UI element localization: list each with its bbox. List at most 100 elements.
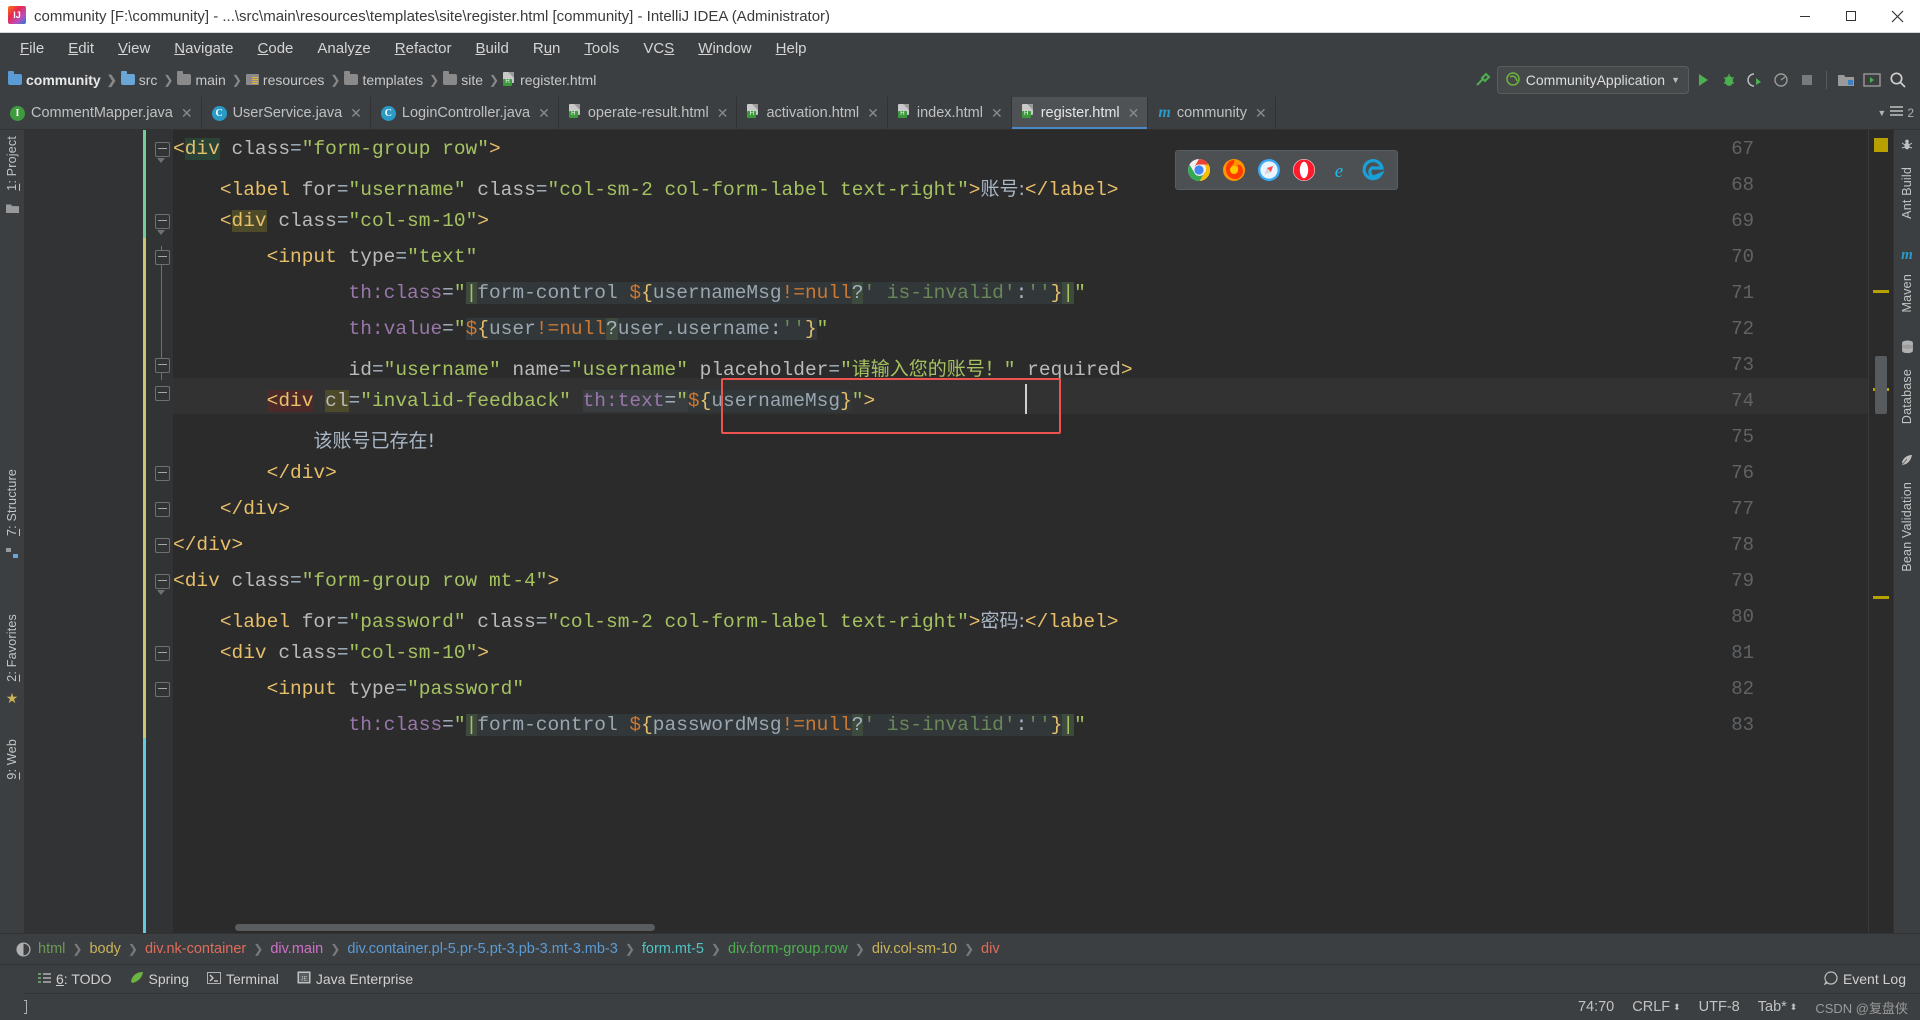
bean-validation-icon[interactable] (1900, 453, 1914, 472)
close-icon[interactable]: ✕ (350, 105, 362, 122)
code-line-69[interactable]: <div class="col-sm-10"> (173, 210, 489, 232)
fold-marker[interactable] (155, 682, 170, 697)
menu-edit[interactable]: Edit (56, 38, 106, 59)
navbar-crumb-site[interactable]: site ❯ (443, 71, 503, 88)
fold-marker[interactable] (155, 250, 170, 265)
menu-run[interactable]: Run (521, 38, 573, 59)
breadcrumb-div-container[interactable]: div.container.pl-5.pr-5.pt-3.pb-3.mt-3.m… (347, 941, 618, 957)
code-area[interactable]: 67 68 69 70 71 72 73 74 75 76 77 78 79 8… (25, 130, 1868, 933)
editor-marker-strip[interactable] (1868, 130, 1893, 933)
fold-marker[interactable] (155, 466, 170, 481)
sidebar-item-structure[interactable]: 7: Structure (5, 469, 19, 536)
close-icon[interactable]: ✕ (717, 105, 729, 122)
menu-tools[interactable]: Tools (572, 38, 631, 59)
navbar-crumb-main[interactable]: main ❯ (177, 71, 245, 88)
code-line-71[interactable]: th:class="|form-control ${usernameMsg!=n… (173, 282, 1086, 304)
menu-help[interactable]: Help (764, 38, 819, 59)
star-icon[interactable]: ★ (6, 691, 19, 705)
tab-index-html[interactable]: H index.html ✕ (888, 97, 1012, 129)
menu-refactor[interactable]: Refactor (383, 38, 464, 59)
tool-window-spring[interactable]: Spring (130, 971, 189, 987)
stop-button[interactable] (1795, 68, 1819, 92)
run-configuration-selector[interactable]: CommunityApplication ▼ (1496, 66, 1689, 94)
fold-marker[interactable] (155, 574, 170, 589)
ant-icon[interactable] (1900, 138, 1914, 157)
menu-view[interactable]: View (106, 38, 162, 59)
tool-window-todo[interactable]: 6: TODO (38, 971, 112, 987)
code-line-81[interactable]: <div class="col-sm-10"> (173, 642, 489, 664)
code-line-68[interactable]: <label for="username" class="col-sm-2 co… (173, 174, 1119, 201)
fold-marker[interactable] (155, 502, 170, 517)
tab-community-maven[interactable]: m community ✕ (1148, 97, 1276, 129)
code-line-82[interactable]: <input type="password" (173, 678, 524, 700)
sidebar-item-project[interactable]: 1: Project (5, 136, 19, 191)
close-icon[interactable]: ✕ (1255, 105, 1267, 122)
close-icon[interactable]: ✕ (538, 105, 550, 122)
safari-icon[interactable] (1256, 157, 1282, 183)
fold-marker[interactable] (155, 538, 170, 553)
code-line-72[interactable]: th:value="${user!=null?user.username:''}… (173, 318, 828, 340)
sidebar-item-web[interactable]: 9: Web (5, 739, 19, 780)
fold-marker[interactable] (155, 358, 170, 373)
menu-build[interactable]: Build (463, 38, 520, 59)
breadcrumb-toggle-icon[interactable] (8, 941, 38, 957)
maximize-button[interactable] (1828, 0, 1874, 32)
code-line-80[interactable]: <label for="password" class="col-sm-2 co… (173, 606, 1119, 633)
run-with-coverage-button[interactable] (1743, 68, 1767, 92)
code-line-76[interactable]: </div> (173, 462, 337, 484)
inspection-marker[interactable] (1874, 138, 1888, 152)
database-icon[interactable] (1901, 340, 1914, 359)
tab-operate-result-html[interactable]: H operate-result.html ✕ (559, 97, 738, 129)
menu-navigate[interactable]: Navigate (162, 38, 245, 59)
tab-user-service-java[interactable]: C UserService.java ✕ (202, 97, 371, 129)
sidebar-item-database[interactable]: Database (1900, 369, 1914, 424)
fold-marker[interactable] (155, 646, 170, 661)
opera-icon[interactable] (1291, 157, 1317, 183)
indent-selector[interactable]: Tab* ⬍ (1758, 999, 1798, 1015)
run-button[interactable] (1691, 68, 1715, 92)
breadcrumb-div[interactable]: div (981, 941, 1000, 957)
structure-icon[interactable] (5, 546, 19, 564)
editor-gutter[interactable] (25, 130, 173, 933)
open-project-icon[interactable] (1834, 68, 1858, 92)
code-line-83[interactable]: th:class="|form-control ${passwordMsg!=n… (173, 714, 1086, 736)
caret-position[interactable]: 74:70 (1578, 999, 1614, 1015)
tab-overflow-control[interactable]: ▼ 2 (1877, 97, 1920, 129)
warning-marker[interactable] (1873, 290, 1889, 293)
breadcrumb-html[interactable]: html (38, 941, 65, 957)
tool-window-terminal[interactable]: Terminal (206, 971, 279, 987)
close-button[interactable] (1874, 0, 1920, 32)
tab-register-html[interactable]: H register.html ✕ (1011, 97, 1149, 129)
fold-marker[interactable] (155, 214, 170, 229)
open-in-browser-popup[interactable]: e (1175, 150, 1398, 190)
tab-activation-html[interactable]: H activation.html ✕ (737, 97, 888, 129)
line-separator-selector[interactable]: CRLF ⬍ (1632, 999, 1680, 1015)
navbar-crumb-register-html[interactable]: H register.html (503, 71, 596, 89)
fold-marker[interactable] (155, 142, 170, 157)
code-line-79[interactable]: <div class="form-group row mt-4"> (173, 570, 559, 592)
horizontal-scrollbar[interactable] (235, 924, 655, 931)
sidebar-item-favorites[interactable]: 2: Favorites (5, 614, 19, 682)
warning-marker[interactable] (1873, 596, 1889, 599)
edge-icon[interactable] (1361, 157, 1387, 183)
navbar-crumb-resources[interactable]: resources ❯ (245, 72, 345, 88)
code-line-77[interactable]: </div> (173, 498, 290, 520)
code-line-67[interactable]: <div class="form-group row"> (173, 138, 501, 160)
firefox-icon[interactable] (1221, 157, 1247, 183)
terminal-toolbar-icon[interactable] (1860, 68, 1884, 92)
close-icon[interactable]: ✕ (991, 105, 1003, 122)
scrollbar-thumb[interactable] (1875, 356, 1887, 414)
code-line-73[interactable]: id="username" name="username" placeholde… (173, 354, 1133, 381)
code-line-75[interactable]: 该账号已存在! (173, 426, 435, 453)
fold-marker[interactable] (155, 386, 170, 401)
code-line-74[interactable]: <div cl="invalid-feedback" th:text="${us… (173, 390, 875, 412)
breadcrumb-div-col-sm-10[interactable]: div.col-sm-10 (872, 941, 957, 957)
tab-login-controller-java[interactable]: C LoginController.java ✕ (371, 97, 559, 129)
menu-analyze[interactable]: Analyze (305, 38, 382, 59)
navbar-crumb-src[interactable]: src ❯ (120, 71, 178, 88)
profile-button[interactable] (1769, 68, 1793, 92)
code-line-70[interactable]: <input type="text" (173, 246, 478, 268)
event-log-button[interactable]: Event Log (1823, 970, 1920, 988)
breadcrumb-body[interactable]: body (89, 941, 120, 957)
project-files-icon[interactable] (5, 201, 19, 219)
